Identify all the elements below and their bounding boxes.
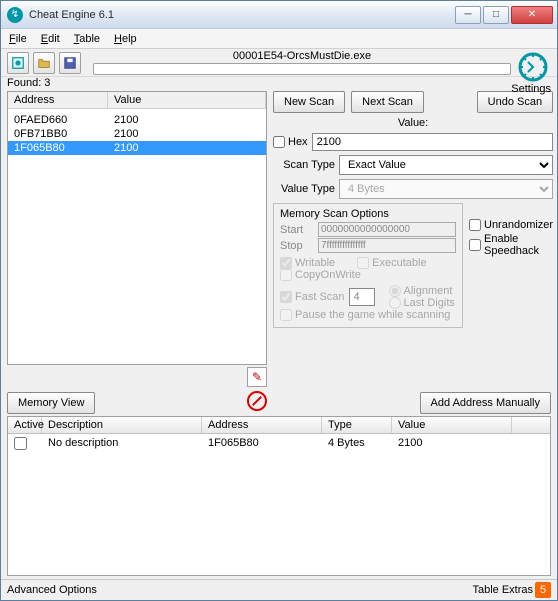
enable-speedhack-checkbox[interactable]: Enable Speedhack [469, 233, 553, 257]
menubar: File Edit Table Help [1, 29, 557, 49]
open-process-button[interactable] [7, 52, 29, 74]
result-row[interactable]: 1F065B80 2100 [8, 141, 266, 155]
active-checkbox[interactable] [14, 437, 27, 450]
memory-scan-options-title: Memory Scan Options [280, 208, 456, 220]
header-address: Address [8, 92, 108, 108]
menu-edit[interactable]: Edit [41, 33, 60, 45]
menu-help[interactable]: Help [114, 33, 137, 45]
result-row[interactable]: 0FAED660 2100 [8, 113, 266, 127]
result-row[interactable]: 0FB71BB0 2100 [8, 127, 266, 141]
scan-type-select[interactable]: Exact Value [339, 155, 553, 175]
save-button[interactable] [59, 52, 81, 74]
writable-checkbox[interactable]: Writable [280, 257, 335, 269]
menu-table[interactable]: Table [74, 33, 100, 45]
reset-icon[interactable] [247, 391, 267, 411]
results-header: Address Value [8, 92, 266, 109]
address-table-header: Active Description Address Type Value [8, 417, 550, 434]
minimize-button[interactable]: ─ [455, 6, 481, 24]
close-button[interactable]: ✕ [511, 6, 553, 24]
process-name: 00001E54-OrcsMustDie.exe [93, 50, 511, 62]
found-count: Found: 3 [1, 77, 557, 89]
value-type-label: Value Type [273, 183, 335, 195]
memory-view-button[interactable]: Memory View [7, 392, 95, 414]
settings-label: Settings [511, 83, 551, 95]
scan-type-label: Scan Type [273, 159, 335, 171]
table-extras-button[interactable]: Table Extras [472, 584, 533, 596]
new-scan-button[interactable]: New Scan [273, 91, 345, 113]
next-scan-button[interactable]: Next Scan [351, 91, 424, 113]
add-to-list-button[interactable] [247, 367, 267, 387]
stop-address-input[interactable] [318, 238, 456, 253]
maximize-button[interactable]: □ [483, 6, 509, 24]
executable-checkbox[interactable]: Executable [357, 257, 426, 269]
menu-file[interactable]: File [9, 33, 27, 45]
table-extras-icon[interactable]: 5 [535, 582, 551, 598]
pause-game-checkbox[interactable]: Pause the game while scanning [280, 309, 450, 321]
progress-bar [93, 63, 511, 75]
advanced-options-button[interactable]: Advanced Options [7, 584, 97, 596]
fast-scan-value[interactable] [349, 288, 375, 306]
hex-checkbox[interactable]: Hex [273, 136, 308, 148]
address-table[interactable]: Active Description Address Type Value No… [7, 416, 551, 576]
start-address-input[interactable] [318, 222, 456, 237]
titlebar: ↯ Cheat Engine 6.1 ─ □ ✕ [1, 1, 557, 29]
settings-button[interactable] [517, 51, 549, 83]
fast-scan-checkbox[interactable]: Fast Scan [280, 291, 345, 303]
value-input[interactable] [312, 133, 554, 151]
app-icon: ↯ [7, 7, 23, 23]
toolbar: 00001E54-OrcsMustDie.exe [1, 49, 557, 77]
last-digits-radio[interactable]: Last Digits [389, 297, 455, 309]
open-file-button[interactable] [33, 52, 55, 74]
scan-results-list[interactable]: Address Value 0FAED660 2100 0FB71BB0 210… [7, 91, 267, 365]
alignment-radio[interactable]: Alignment [389, 285, 455, 297]
value-type-select[interactable]: 4 Bytes [339, 179, 553, 199]
copyonwrite-checkbox[interactable]: CopyOnWrite [280, 269, 361, 281]
window-title: Cheat Engine 6.1 [29, 9, 114, 21]
unrandomizer-checkbox[interactable]: Unrandomizer [469, 219, 553, 231]
table-row[interactable]: No description 1F065B80 4 Bytes 2100 [8, 434, 550, 454]
add-address-manually-button[interactable]: Add Address Manually [420, 392, 551, 414]
value-label: Value: [398, 117, 428, 129]
header-value: Value [108, 92, 266, 108]
